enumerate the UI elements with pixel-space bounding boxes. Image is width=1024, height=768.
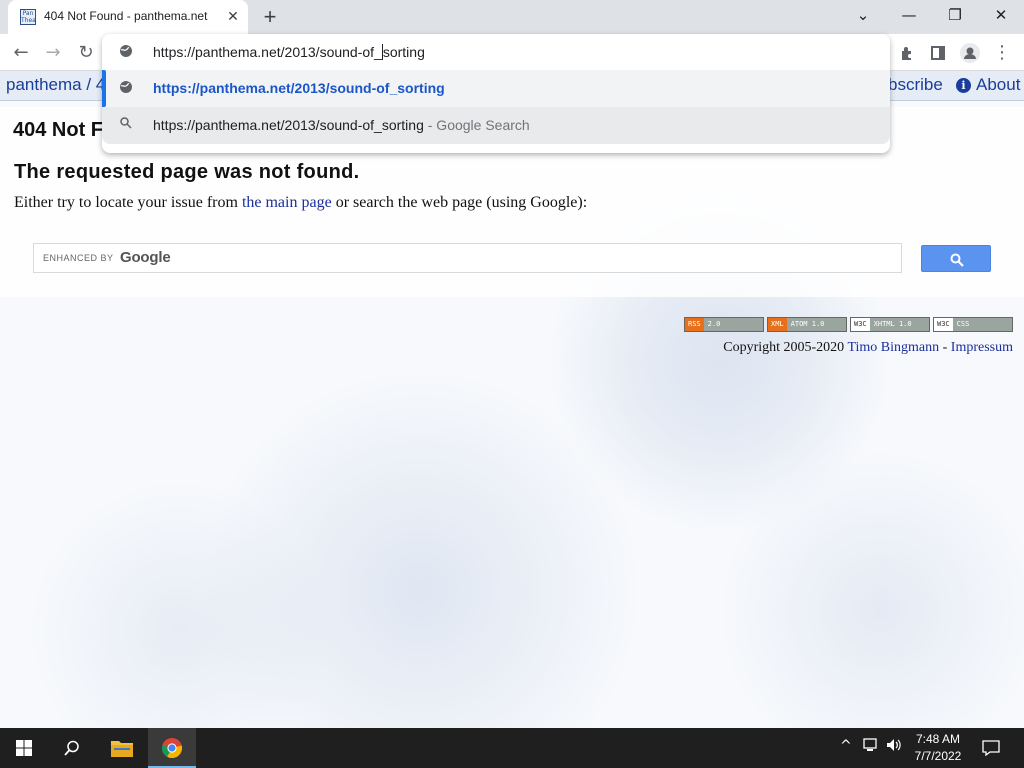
- extensions-icon[interactable]: [894, 40, 920, 66]
- google-logo: Google: [120, 249, 171, 266]
- suggestion-search: https://panthema.net/2013/sound-of_sorti…: [153, 117, 530, 133]
- copyright-line: Copyright 2005-2020 Timo Bingmann - Impr…: [723, 340, 1013, 355]
- page-title: 404 Not F: [13, 119, 104, 141]
- breadcrumb[interactable]: panthema / 40: [6, 75, 115, 95]
- menu-kebab-icon[interactable]: ⋮: [989, 40, 1015, 66]
- not-found-heading: The requested page was not found.: [14, 161, 360, 183]
- site-favicon-icon: Pan Thea: [20, 9, 36, 25]
- tray-chevron-icon[interactable]: ^: [840, 738, 852, 754]
- search-icon: [950, 253, 964, 267]
- omnibox-suggestion[interactable]: https://panthema.net/2013/sound-of_sorti…: [102, 107, 890, 144]
- tab-search-chevron-icon[interactable]: ⌄: [840, 0, 886, 30]
- network-icon[interactable]: [863, 738, 879, 756]
- globe-icon: [118, 44, 134, 60]
- restore-button[interactable]: ❐: [932, 0, 978, 30]
- close-window-button[interactable]: ✕: [978, 0, 1024, 30]
- rss-badge[interactable]: RSS 2.0: [684, 317, 764, 332]
- omnibox-dropdown: https://panthema.net/2013/sound-of_sorti…: [102, 34, 890, 153]
- css-badge[interactable]: W3C CSS: [933, 317, 1013, 332]
- selection-indicator: [102, 70, 106, 107]
- nav-about-label: About: [976, 75, 1021, 94]
- address-input[interactable]: https://panthema.net/2013/sound-of_sorti…: [153, 44, 425, 60]
- minimize-button[interactable]: —: [886, 0, 932, 30]
- nav-subscribe-link[interactable]: bscribe: [888, 75, 943, 95]
- omnibox-suggestion[interactable]: https://panthema.net/2013/sound-of_sorti…: [102, 70, 890, 107]
- taskbar: ^ 7:48 AM 7/7/2022: [0, 728, 1024, 768]
- tab-strip: Pan Thea 404 Not Found - panthema.net ✕ …: [0, 0, 1024, 34]
- back-button[interactable]: ←: [8, 40, 34, 66]
- nav-about-link[interactable]: i About: [956, 75, 1020, 95]
- side-panel-icon[interactable]: [925, 40, 951, 66]
- forward-button[interactable]: →: [40, 40, 66, 66]
- search-icon[interactable]: [48, 728, 96, 768]
- author-link[interactable]: Timo Bingmann: [847, 340, 939, 355]
- web-page: panthema / 40 bscribe i About 404 Not F T…: [0, 71, 1024, 728]
- tab-title: 404 Not Found - panthema.net: [44, 9, 208, 23]
- omnibox-input-row[interactable]: https://panthema.net/2013/sound-of_sorti…: [102, 34, 890, 71]
- tab-close-icon[interactable]: ✕: [224, 7, 242, 25]
- info-icon: i: [956, 78, 971, 93]
- chrome-taskbar-icon[interactable]: [148, 728, 196, 768]
- google-search-input[interactable]: ENHANCED BY Google: [33, 243, 902, 273]
- browser-tab[interactable]: Pan Thea 404 Not Found - panthema.net ✕: [8, 0, 248, 34]
- impressum-link[interactable]: Impressum: [951, 340, 1013, 355]
- windows-start-icon[interactable]: [0, 728, 48, 768]
- search-icon: [118, 117, 134, 133]
- help-paragraph: Either try to locate your issue from the…: [14, 194, 588, 211]
- enhanced-by-label: ENHANCED BY: [43, 253, 114, 263]
- profile-avatar[interactable]: [957, 40, 983, 66]
- file-explorer-icon[interactable]: [98, 728, 146, 768]
- clock-date: 7/7/2022: [914, 749, 962, 763]
- notifications-icon[interactable]: [968, 728, 1014, 768]
- system-clock[interactable]: 7:48 AM 7/7/2022: [906, 731, 970, 765]
- search-button[interactable]: [921, 245, 991, 272]
- globe-icon: [118, 80, 134, 96]
- standards-badges: RSS 2.0 XML ATOM 1.0 W3C XHTML 1.0 W3C CSS: [684, 317, 1014, 332]
- clock-time: 7:48 AM: [915, 732, 961, 746]
- atom-badge[interactable]: XML ATOM 1.0: [767, 317, 847, 332]
- volume-icon[interactable]: [886, 738, 902, 756]
- main-page-link[interactable]: the main page: [242, 194, 332, 211]
- reload-button[interactable]: ↻: [73, 40, 99, 66]
- suggestion-url: https://panthema.net/2013/sound-of_sorti…: [153, 80, 445, 96]
- xhtml-badge[interactable]: W3C XHTML 1.0: [850, 317, 930, 332]
- new-tab-button[interactable]: +: [258, 5, 282, 29]
